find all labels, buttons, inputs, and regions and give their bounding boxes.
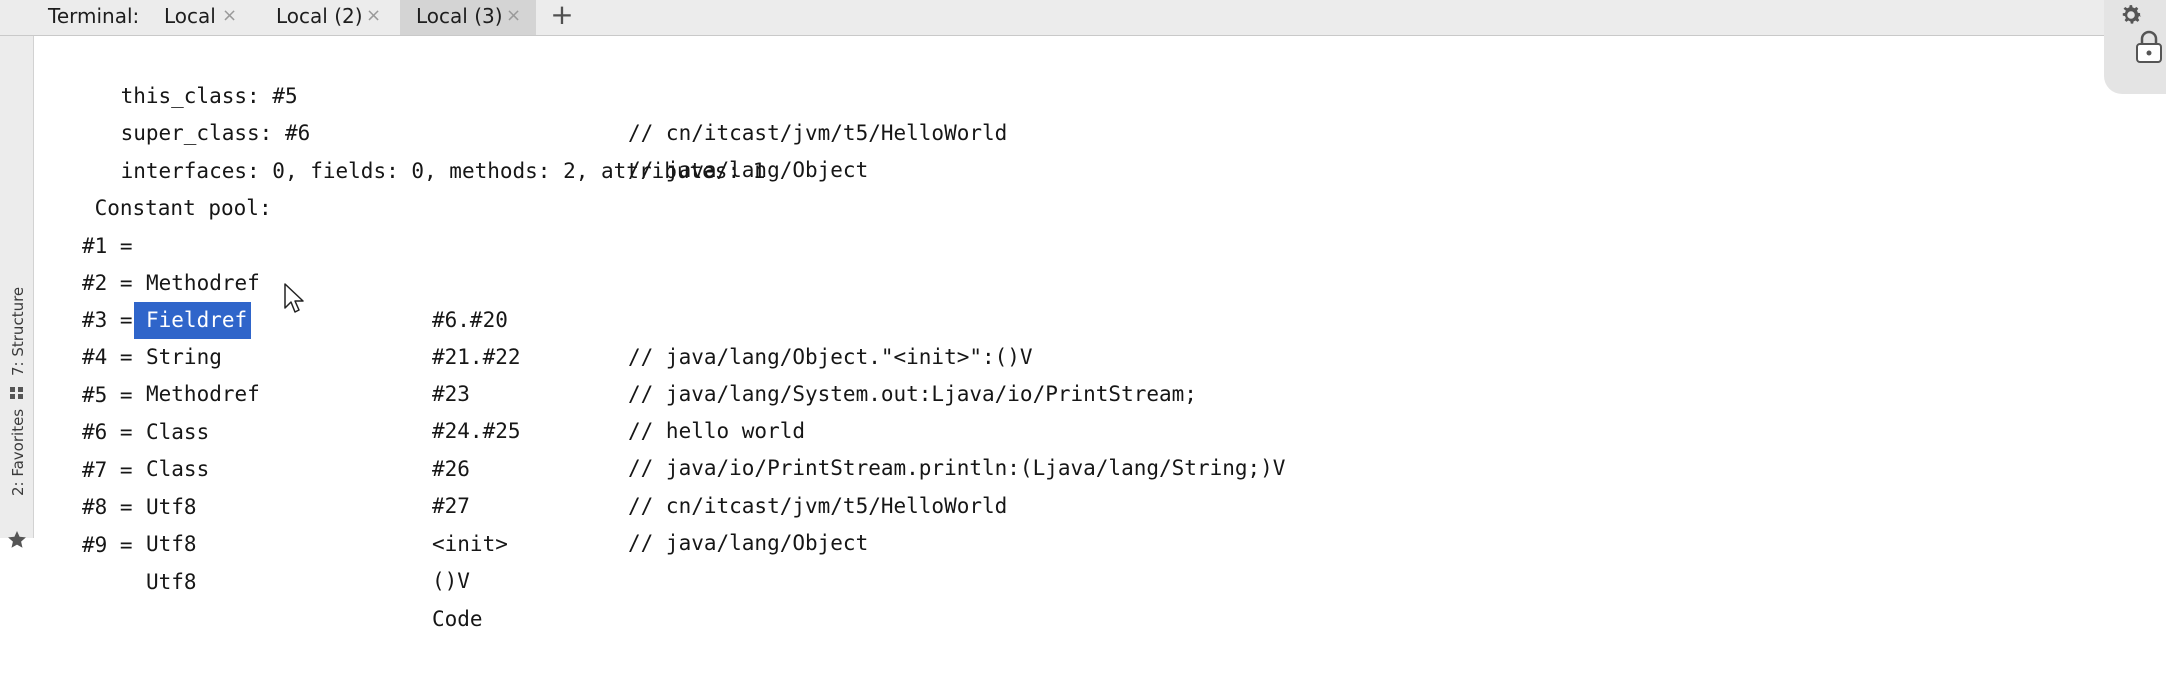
constant-pool-entry: #8 = Utf8 ()V	[82, 495, 470, 593]
constant-pool-entry: #1 = Methodref #6.#20 // java/lang/Objec…	[82, 234, 1033, 369]
tab-local-2[interactable]: Local (2) ×	[260, 0, 394, 35]
constant-pool-entry: #2 = Fieldref #21.#22 // java/lang/Syste…	[82, 271, 1197, 406]
terminal-label: Terminal:	[48, 4, 140, 28]
constant-pool-entry: #6 = Class #27 // java/lang/Object	[82, 420, 869, 555]
gear-icon[interactable]	[2118, 2, 2144, 28]
tab-label: Local (2)	[276, 4, 363, 28]
mouse-cursor-icon	[284, 283, 304, 313]
terminal-tab-bar: Terminal: Local × Local (2) × Local (3) …	[0, 0, 2166, 94]
tab-label: Local (3)	[416, 4, 503, 28]
tab-local[interactable]: Local ×	[148, 0, 256, 35]
left-tool-strip: 7: Structure 2: Favorites	[0, 36, 34, 548]
structure-icon	[10, 387, 23, 399]
tab-label: Local	[164, 4, 216, 28]
constant-pool-title: Constant pool:	[94, 196, 272, 220]
favorites-tool-button[interactable]: 2: Favorites	[9, 409, 27, 496]
constant-pool-entry: #9 = Utf8 Code	[82, 533, 483, 631]
close-icon[interactable]: ×	[222, 0, 237, 32]
constant-pool-entry: #7 = Utf8 <init>	[82, 458, 508, 556]
output-line: interfaces: 0, fields: 0, methods: 2, at…	[120, 159, 766, 183]
output-line: this_class: #5 // cn/itcast/jvm/t5/Hello…	[120, 84, 1008, 145]
new-tab-button[interactable]: +	[548, 0, 576, 35]
structure-tool-button[interactable]: 7: Structure	[9, 287, 27, 376]
tab-local-3[interactable]: Local (3) ×	[400, 0, 536, 35]
terminal-output[interactable]: this_class: #5 // cn/itcast/jvm/t5/Hello…	[34, 36, 2166, 631]
star-icon	[8, 531, 26, 548]
output-line: super_class: #6 // java/lang/Object	[120, 121, 869, 182]
close-icon[interactable]: ×	[506, 0, 521, 32]
constant-pool-entry: #5 = Class #26 // cn/itcast/jvm/t5/Hello…	[82, 383, 1008, 518]
close-icon[interactable]: ×	[366, 0, 381, 32]
